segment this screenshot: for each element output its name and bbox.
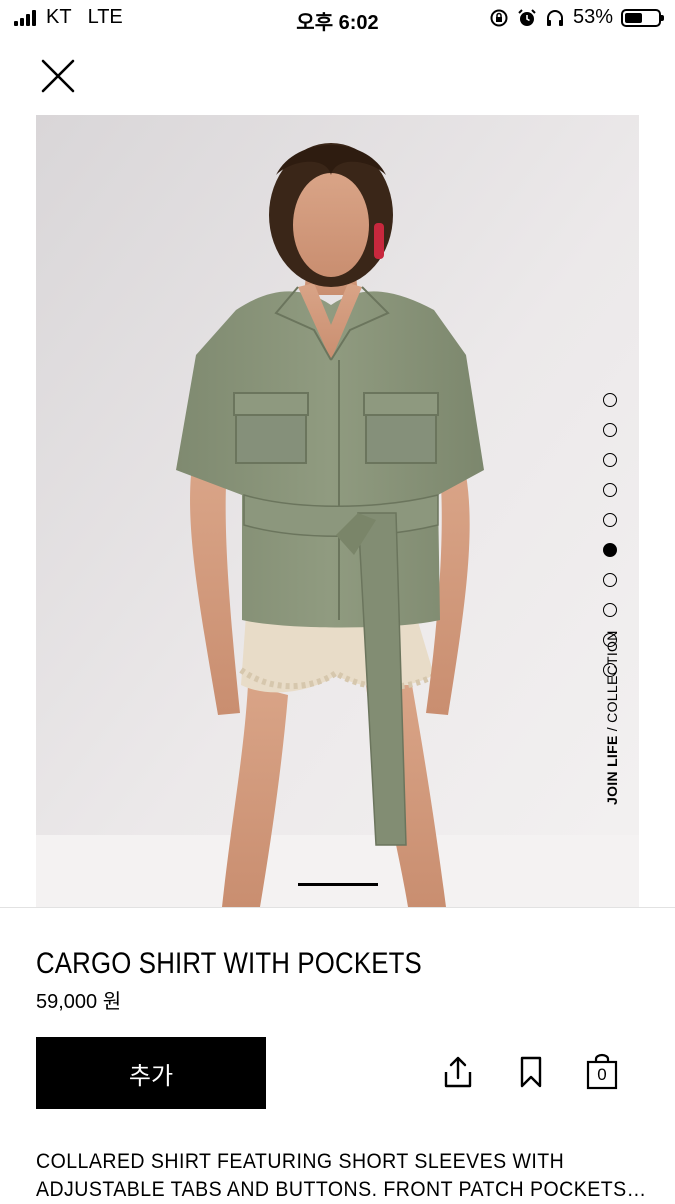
gallery-dot[interactable] — [603, 453, 617, 467]
gallery-dot[interactable] — [603, 543, 617, 557]
gallery-dot[interactable] — [603, 513, 617, 527]
gallery-swipe-indicator — [298, 883, 378, 886]
battery-fill — [625, 12, 642, 23]
product-description: COLLARED SHIRT FEATURING SHORT SLEEVES W… — [36, 1148, 646, 1204]
close-icon — [41, 59, 75, 93]
product-photo — [36, 115, 639, 907]
headphones-icon — [546, 9, 563, 26]
bookmark-icon — [520, 1056, 542, 1088]
share-button[interactable] — [438, 1052, 478, 1092]
shopping-bag-button[interactable]: 0 — [582, 1052, 622, 1092]
divider — [0, 907, 675, 908]
gallery-dot[interactable] — [603, 393, 617, 407]
join-life-strong: JOIN LIFE — [604, 735, 620, 805]
close-button[interactable] — [38, 56, 78, 96]
product-image-gallery[interactable]: JOIN LIFE / COLLECTION — [36, 115, 639, 907]
battery-icon — [621, 8, 664, 27]
alarm-icon — [518, 8, 536, 26]
gallery-dot[interactable] — [603, 483, 617, 497]
bookmark-button[interactable] — [511, 1052, 551, 1092]
status-bar: KT LTE 오후 6:02 53% — [0, 0, 675, 38]
bag-count: 0 — [597, 1065, 607, 1084]
battery-percent: 53% — [572, 6, 613, 28]
share-icon — [444, 1056, 472, 1088]
status-right: 53% — [489, 6, 664, 29]
product-price: 59,000 원 — [36, 991, 122, 1013]
join-life-rest: / COLLECTION — [604, 630, 620, 736]
description-line: COLLARED SHIRT FEATURING SHORT SLEEVES W… — [36, 1150, 565, 1173]
product-name: CARGO SHIRT WITH POCKETS — [36, 947, 422, 980]
join-life-collection-label: JOIN LIFE / COLLECTION — [604, 630, 620, 805]
orientation-lock-icon — [490, 9, 508, 26]
add-to-bag-button[interactable]: 추가 — [36, 1037, 266, 1109]
gallery-dot[interactable] — [603, 603, 617, 617]
gallery-dot[interactable] — [603, 423, 617, 437]
gallery-dot[interactable] — [603, 573, 617, 587]
